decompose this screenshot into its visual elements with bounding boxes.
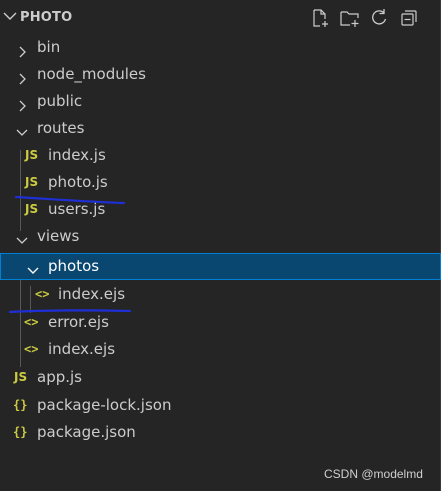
tree-item-label: index.ejs (48, 340, 116, 358)
tree-item-label: error.ejs (48, 313, 109, 331)
watermark: CSDN @modelmd (324, 467, 423, 481)
ejs-file-icon: <> (35, 287, 50, 301)
tree-item-label: bin (37, 38, 61, 56)
tree-item-bin[interactable]: bin (0, 34, 441, 61)
tree-item-views[interactable]: views (0, 223, 441, 250)
new-folder-icon[interactable] (339, 8, 359, 28)
tree-item-app-js[interactable]: JS app.js (0, 364, 441, 391)
javascript-file-icon: JS (25, 202, 39, 216)
tree-item-label: photo.js (48, 173, 108, 191)
tree-item-label: routes (37, 119, 85, 137)
json-file-icon: {} (13, 425, 28, 439)
tree-item-node-modules[interactable]: node_modules (0, 61, 441, 88)
tree-item-photos-index-ejs[interactable]: <> index.ejs (0, 281, 441, 308)
tree-item-label: index.js (48, 146, 106, 164)
collapse-all-icon[interactable] (399, 8, 419, 28)
explorer-header[interactable]: PHOTO (0, 6, 441, 32)
tree-item-photo-js[interactable]: JS photo.js (0, 169, 441, 196)
javascript-file-icon: JS (25, 148, 39, 162)
tree-item-label: package.json (37, 423, 136, 441)
javascript-file-icon: JS (14, 370, 28, 384)
tree-item-label: package-lock.json (37, 396, 172, 414)
tree-item-users-js[interactable]: JS users.js (0, 196, 441, 223)
tree-item-package-lock-json[interactable]: {} package-lock.json (0, 392, 441, 419)
tree-item-public[interactable]: public (0, 88, 441, 115)
tree-item-label: public (37, 92, 83, 110)
tree-item-package-json[interactable]: {} package.json (0, 419, 441, 446)
tree-item-routes-index-js[interactable]: JS index.js (0, 142, 441, 169)
chevron-down-icon[interactable] (2, 6, 18, 30)
ejs-file-icon: <> (24, 315, 39, 329)
tree-item-label: views (37, 227, 80, 245)
ejs-file-icon: <> (24, 342, 39, 356)
tree-item-label: index.ejs (58, 285, 126, 303)
tree-item-label: photos (48, 257, 100, 275)
tree-item-label: users.js (48, 200, 106, 218)
explorer-title: PHOTO (20, 10, 73, 25)
json-file-icon: {} (13, 398, 28, 412)
tree-item-label: node_modules (37, 65, 146, 83)
refresh-icon[interactable] (369, 8, 389, 28)
tree-item-views-index-ejs[interactable]: <> index.ejs (0, 336, 441, 363)
tree-item-routes[interactable]: routes (0, 115, 441, 142)
tree-item-photos[interactable]: photos (0, 253, 441, 280)
new-file-icon[interactable] (311, 8, 331, 28)
javascript-file-icon: JS (25, 175, 39, 189)
tree-item-label: app.js (37, 368, 82, 386)
tree-item-error-ejs[interactable]: <> error.ejs (0, 309, 441, 336)
